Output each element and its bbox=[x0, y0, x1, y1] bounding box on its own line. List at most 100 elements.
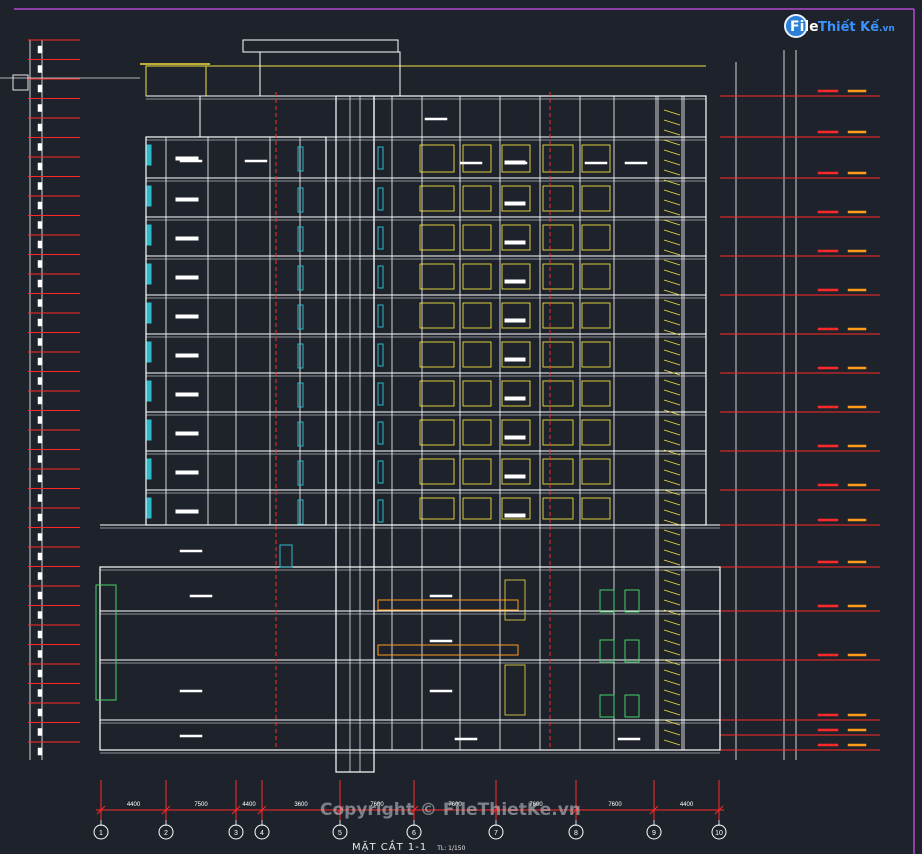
level-text-mark bbox=[37, 747, 43, 756]
room-label-mark bbox=[244, 159, 268, 163]
dimension-value: 3600 bbox=[294, 802, 308, 808]
level-text-mark bbox=[37, 474, 43, 483]
floor-name-mark bbox=[847, 89, 867, 93]
level-text-mark bbox=[37, 435, 43, 444]
level-text-mark bbox=[37, 104, 43, 112]
floor-name-mark bbox=[847, 560, 867, 564]
floor-name-mark bbox=[847, 366, 867, 370]
drawing-title: MẶT CẮT 1-1 TL: 1/150 bbox=[352, 842, 465, 853]
floor-name-mark bbox=[847, 604, 867, 608]
room-label-mark bbox=[624, 161, 648, 165]
room-tag bbox=[175, 353, 199, 358]
level-text-mark bbox=[37, 299, 43, 307]
level-text-mark bbox=[37, 338, 43, 346]
room-tag bbox=[175, 197, 199, 202]
room-label-mark bbox=[429, 689, 453, 693]
room-label-mark bbox=[617, 737, 641, 741]
level-text-mark bbox=[37, 240, 43, 249]
dimension-value: 4400 bbox=[242, 802, 256, 808]
room-label-mark bbox=[179, 159, 203, 163]
axis-label: 6 bbox=[412, 830, 416, 837]
level-text-mark bbox=[37, 494, 43, 502]
floor-name-mark bbox=[847, 210, 867, 214]
level-text-mark bbox=[817, 171, 839, 175]
window-glass bbox=[146, 185, 152, 207]
section-drawing-canvas: 4400 7500 4400 3600 7600 7600 7600 7600 4400 123… bbox=[0, 0, 922, 854]
room-tag bbox=[504, 435, 526, 440]
room-label-mark bbox=[179, 734, 203, 738]
level-text-mark bbox=[37, 182, 43, 190]
axis-label: 10 bbox=[715, 830, 723, 837]
drawing-title-text: MẶT CẮT 1-1 bbox=[352, 842, 428, 853]
floor-name-mark bbox=[847, 405, 867, 409]
logo-text: Thiết Kế.vn bbox=[818, 20, 895, 35]
room-label-mark bbox=[454, 737, 478, 741]
level-text-mark bbox=[37, 455, 43, 463]
level-text-mark bbox=[817, 518, 839, 522]
level-text-mark bbox=[37, 669, 43, 678]
level-text-mark bbox=[817, 713, 839, 717]
level-text-mark bbox=[37, 260, 43, 268]
room-label-mark bbox=[459, 161, 483, 165]
window-glass bbox=[146, 302, 152, 324]
room-label-mark bbox=[584, 161, 608, 165]
floor-name-mark bbox=[847, 444, 867, 448]
floor-name-mark bbox=[847, 743, 867, 747]
level-text-mark bbox=[37, 377, 43, 385]
level-text-mark bbox=[817, 560, 839, 564]
level-text-mark bbox=[37, 143, 43, 151]
level-text-mark bbox=[37, 416, 43, 424]
room-tag bbox=[175, 470, 199, 475]
dimension-value: 4400 bbox=[127, 802, 141, 808]
window-glass bbox=[146, 144, 152, 166]
logo-name: Thiết Kế bbox=[818, 20, 880, 35]
room-tag bbox=[175, 156, 199, 161]
floor-name-mark bbox=[847, 483, 867, 487]
window-glass bbox=[146, 263, 152, 285]
axis-label: 8 bbox=[574, 830, 578, 837]
level-text-mark bbox=[37, 533, 43, 541]
level-text-mark bbox=[817, 604, 839, 608]
room-tag bbox=[175, 275, 199, 280]
level-text-mark bbox=[37, 572, 43, 580]
level-text-mark bbox=[37, 357, 43, 366]
level-text-mark bbox=[37, 65, 43, 73]
floor-name-mark bbox=[847, 518, 867, 522]
window-glass bbox=[146, 380, 152, 402]
room-tag bbox=[504, 513, 526, 518]
brand-logo[interactable]: File Thiết Kế.vn bbox=[784, 14, 916, 40]
level-text-mark bbox=[37, 513, 43, 522]
room-tag bbox=[504, 396, 526, 401]
axis-label: 1 bbox=[99, 830, 103, 837]
room-tag bbox=[504, 279, 526, 284]
floor-name-mark bbox=[847, 327, 867, 331]
level-text-mark bbox=[817, 444, 839, 448]
level-text-mark bbox=[37, 591, 43, 600]
level-text-mark bbox=[37, 221, 43, 229]
level-text-mark bbox=[37, 611, 43, 619]
level-text-mark bbox=[37, 650, 43, 658]
level-text-mark bbox=[37, 708, 43, 717]
axis-label: 3 bbox=[234, 830, 238, 837]
floor-name-mark bbox=[847, 130, 867, 134]
window-glass bbox=[146, 497, 152, 519]
level-text-mark bbox=[817, 653, 839, 657]
level-text-mark bbox=[37, 728, 43, 736]
dimension-value: 7600 bbox=[608, 802, 622, 808]
level-text-mark bbox=[817, 483, 839, 487]
window-glass bbox=[146, 458, 152, 480]
level-text-mark bbox=[37, 552, 43, 561]
level-text-mark bbox=[37, 396, 43, 405]
room-label-mark bbox=[424, 117, 448, 121]
level-text-mark bbox=[37, 162, 43, 171]
level-text-mark bbox=[37, 123, 43, 132]
level-text-mark bbox=[37, 201, 43, 210]
level-text-mark bbox=[817, 130, 839, 134]
window-glass bbox=[146, 224, 152, 246]
floor-name-mark bbox=[847, 728, 867, 732]
floor-name-mark bbox=[847, 288, 867, 292]
dimension-value: 7500 bbox=[194, 802, 208, 808]
level-text-mark bbox=[817, 288, 839, 292]
floor-name-mark bbox=[847, 713, 867, 717]
floor-name-mark bbox=[847, 171, 867, 175]
